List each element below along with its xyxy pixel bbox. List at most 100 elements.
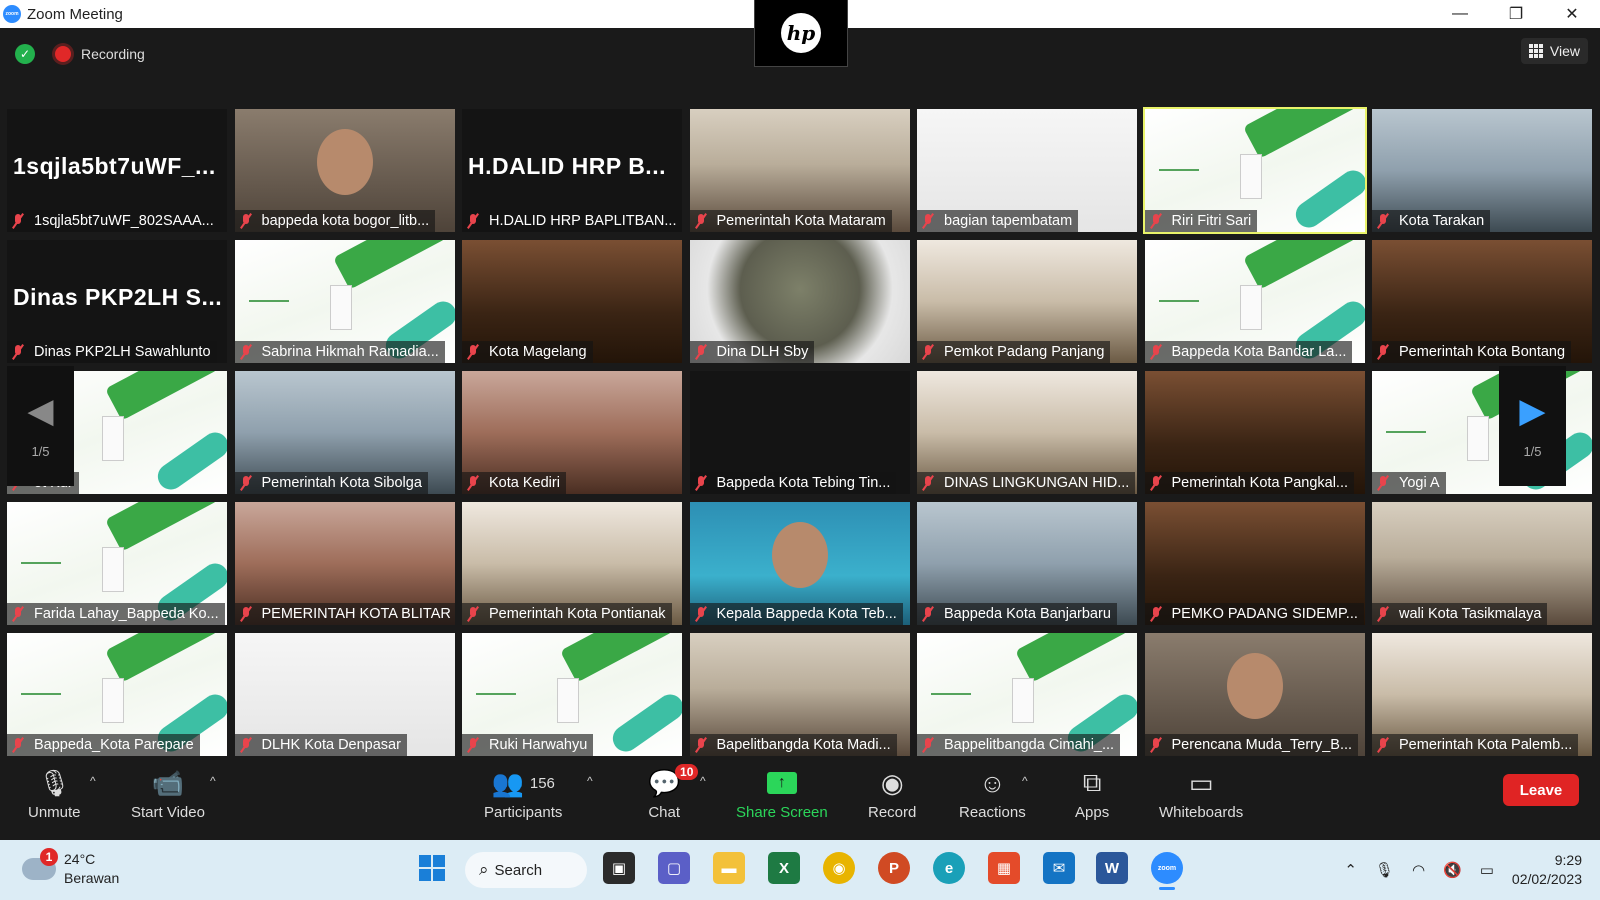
record-button[interactable]: ◉ Record	[868, 766, 916, 822]
powerpoint-icon[interactable]: P	[878, 852, 910, 884]
previous-page-button[interactable]: ◀ 1/5	[7, 366, 74, 486]
windows-taskbar: 1 24°C Berawan ⌕ Search ▣ ▢ ▬ X ◉ P e ▦ …	[0, 840, 1600, 900]
speaker-muted-icon[interactable]: 🔇	[1443, 861, 1462, 879]
record-icon: ◉	[880, 767, 904, 798]
restore-button[interactable]: ❐	[1488, 0, 1544, 28]
security-shield-icon[interactable]: ✓	[15, 44, 35, 64]
whiteboards-label: Whiteboards	[1159, 804, 1244, 821]
participant-tile[interactable]: Bappelitbangda Cimahi_...	[917, 633, 1137, 756]
participant-name-bar: Kepala Bappeda Kota Teb...	[689, 603, 903, 625]
participant-name-bar: Pemerintah Kota Pangkal...	[1144, 472, 1355, 494]
reactions-label: Reactions	[959, 804, 1026, 821]
participant-tile[interactable]: Ruki Harwahyu	[462, 633, 682, 756]
participant-name-bar: Farida Lahay_Bappeda Ko...	[7, 603, 225, 625]
file-explorer-icon[interactable]: ▬	[713, 852, 745, 884]
wifi-icon[interactable]: ◠	[1412, 861, 1425, 879]
participant-tile[interactable]: Pemerintah Kota Sibolga	[234, 371, 455, 494]
participant-tile[interactable]: H.DALID HRP B... H.DALID HRP BAPLITBAN...	[462, 109, 682, 232]
windows-start-icon[interactable]	[416, 852, 448, 884]
participant-tile[interactable]: Bappeda_Kota Parepare	[7, 633, 227, 756]
participant-name-bar: Sabrina Hikmah Ramadia...	[234, 341, 445, 363]
battery-icon[interactable]: ▭	[1480, 861, 1494, 879]
leave-button[interactable]: Leave	[1503, 774, 1579, 806]
close-button[interactable]: ✕	[1544, 0, 1600, 28]
participant-tile[interactable]: Farida Lahay_Bappeda Ko...	[7, 502, 227, 625]
participant-tile[interactable]: Kota Tarakan	[1372, 109, 1592, 232]
participant-name-bar: DINAS LINGKUNGAN HID...	[917, 472, 1136, 494]
tray-overflow-chevron-icon[interactable]: ⌃	[1344, 861, 1357, 879]
chat-icon: 💬 10	[648, 764, 699, 800]
muted-mic-icon	[239, 737, 253, 753]
excel-icon[interactable]: X	[768, 852, 800, 884]
participant-tile[interactable]: Kota Magelang	[462, 240, 682, 363]
taskbar-search[interactable]: ⌕ Search	[465, 852, 587, 888]
participant-tile[interactable]: Bappeda Kota Tebing Tin...	[689, 371, 910, 494]
chrome-icon[interactable]: ◉	[823, 852, 855, 884]
participant-tile[interactable]: bagian tapembatam	[917, 109, 1137, 232]
audio-options-caret-icon[interactable]: ^	[90, 774, 96, 788]
unmute-button[interactable]: 🎙 Unmute	[28, 766, 81, 822]
microphone-tray-icon[interactable]: 🎙	[1375, 861, 1394, 879]
participant-tile[interactable]: Bappeda Kota Bandar La...	[1144, 240, 1365, 363]
participant-tile[interactable]: PEMERINTAH KOTA BLITAR	[234, 502, 455, 625]
video-off-icon: 📹	[151, 767, 185, 798]
recording-indicator[interactable]: Recording	[55, 42, 145, 66]
start-video-button[interactable]: 📹 Start Video	[131, 766, 205, 822]
muted-mic-icon	[1149, 606, 1163, 622]
reactions-button[interactable]: ☺ Reactions	[959, 766, 1026, 822]
participant-tile[interactable]: bappeda kota bogor_litb...	[234, 109, 455, 232]
reactions-icon: ☺	[979, 767, 1006, 798]
participant-tile[interactable]: DINAS LINGKUNGAN HID...	[917, 371, 1137, 494]
participant-tile[interactable]: Riri Fitri Sari	[1142, 107, 1367, 234]
participant-tile[interactable]: Bappeda Kota Banjarbaru	[917, 502, 1137, 625]
edge-icon[interactable]: e	[933, 852, 965, 884]
share-screen-button[interactable]: ↑ Share Screen	[736, 766, 828, 821]
weather-temp: 24°C	[64, 851, 96, 867]
microsoft-store-icon[interactable]: ▦	[988, 852, 1020, 884]
mail-icon[interactable]: ✉	[1043, 852, 1075, 884]
participant-tile[interactable]: Dina DLH Sby	[689, 240, 910, 363]
gallery-grid: 1sqjla5bt7uWF_... 1sqjla5bt7uWF_802SAAA..…	[7, 107, 1593, 760]
reactions-caret-icon[interactable]: ^	[1022, 774, 1028, 788]
participant-tile[interactable]: DLHK Kota Denpasar	[234, 633, 455, 756]
zoom-taskbar-icon[interactable]: zoom	[1151, 852, 1183, 884]
muted-mic-icon	[921, 213, 935, 229]
participant-tile[interactable]: Pemerintah Kota Pangkal...	[1144, 371, 1365, 494]
participant-tile[interactable]: Bapelitbangda Kota Madi...	[689, 633, 910, 756]
muted-mic-icon	[694, 737, 708, 753]
participant-tile[interactable]: Pemerintah Kota Palemb...	[1372, 633, 1592, 756]
weather-widget[interactable]: 1 24°C Berawan	[22, 848, 119, 888]
chat-caret-icon[interactable]: ^	[700, 774, 706, 788]
participant-tile[interactable]: Kepala Bappeda Kota Teb...	[689, 502, 910, 625]
task-view-icon[interactable]: ▣	[603, 852, 635, 884]
video-options-caret-icon[interactable]: ^	[210, 774, 216, 788]
teams-chat-icon[interactable]: ▢	[658, 852, 690, 884]
apps-button[interactable]: ⧉ Apps	[1075, 766, 1109, 821]
view-button[interactable]: View	[1520, 38, 1588, 64]
participant-name: Pemerintah Kota Mataram	[716, 213, 886, 229]
participant-name: Riri Fitri Sari	[1171, 213, 1252, 229]
participants-caret-icon[interactable]: ^	[587, 774, 593, 788]
whiteboards-button[interactable]: ▭ Whiteboards	[1159, 766, 1244, 822]
participants-button[interactable]: 👥 156 Participants	[484, 766, 562, 822]
participant-tile[interactable]: Perencana Muda_Terry_B...	[1144, 633, 1365, 756]
chat-button[interactable]: 💬 10 Chat	[648, 764, 699, 821]
muted-mic-icon	[239, 606, 253, 622]
apps-label: Apps	[1075, 804, 1110, 821]
participant-tile[interactable]: PEMKO PADANG SIDEMP...	[1144, 502, 1365, 625]
next-page-button[interactable]: ▶ 1/5	[1499, 366, 1566, 486]
participant-tile[interactable]: Dinas PKP2LH S... Dinas PKP2LH Sawahlunto	[7, 240, 227, 363]
participant-tile[interactable]: Pemerintah Kota Bontang	[1372, 240, 1592, 363]
taskbar-clock[interactable]: 9:29 02/02/2023	[1512, 851, 1582, 889]
participant-tile[interactable]: wali Kota Tasikmalaya	[1372, 502, 1592, 625]
participant-tile[interactable]: Pemerintah Kota Mataram	[689, 109, 910, 232]
muted-mic-icon	[1149, 344, 1163, 360]
participant-tile[interactable]: 1sqjla5bt7uWF_... 1sqjla5bt7uWF_802SAAA..…	[7, 109, 227, 232]
word-icon[interactable]: W	[1096, 852, 1128, 884]
participant-tile[interactable]: Pemkot Padang Panjang	[917, 240, 1137, 363]
minimize-button[interactable]: —	[1432, 0, 1488, 28]
participant-tile[interactable]: Sabrina Hikmah Ramadia...	[234, 240, 455, 363]
participant-name: Bappelitbangda Cimahi_...	[944, 737, 1115, 753]
participant-tile[interactable]: Pemerintah Kota Pontianak	[462, 502, 682, 625]
participant-tile[interactable]: Kota Kediri	[462, 371, 682, 494]
